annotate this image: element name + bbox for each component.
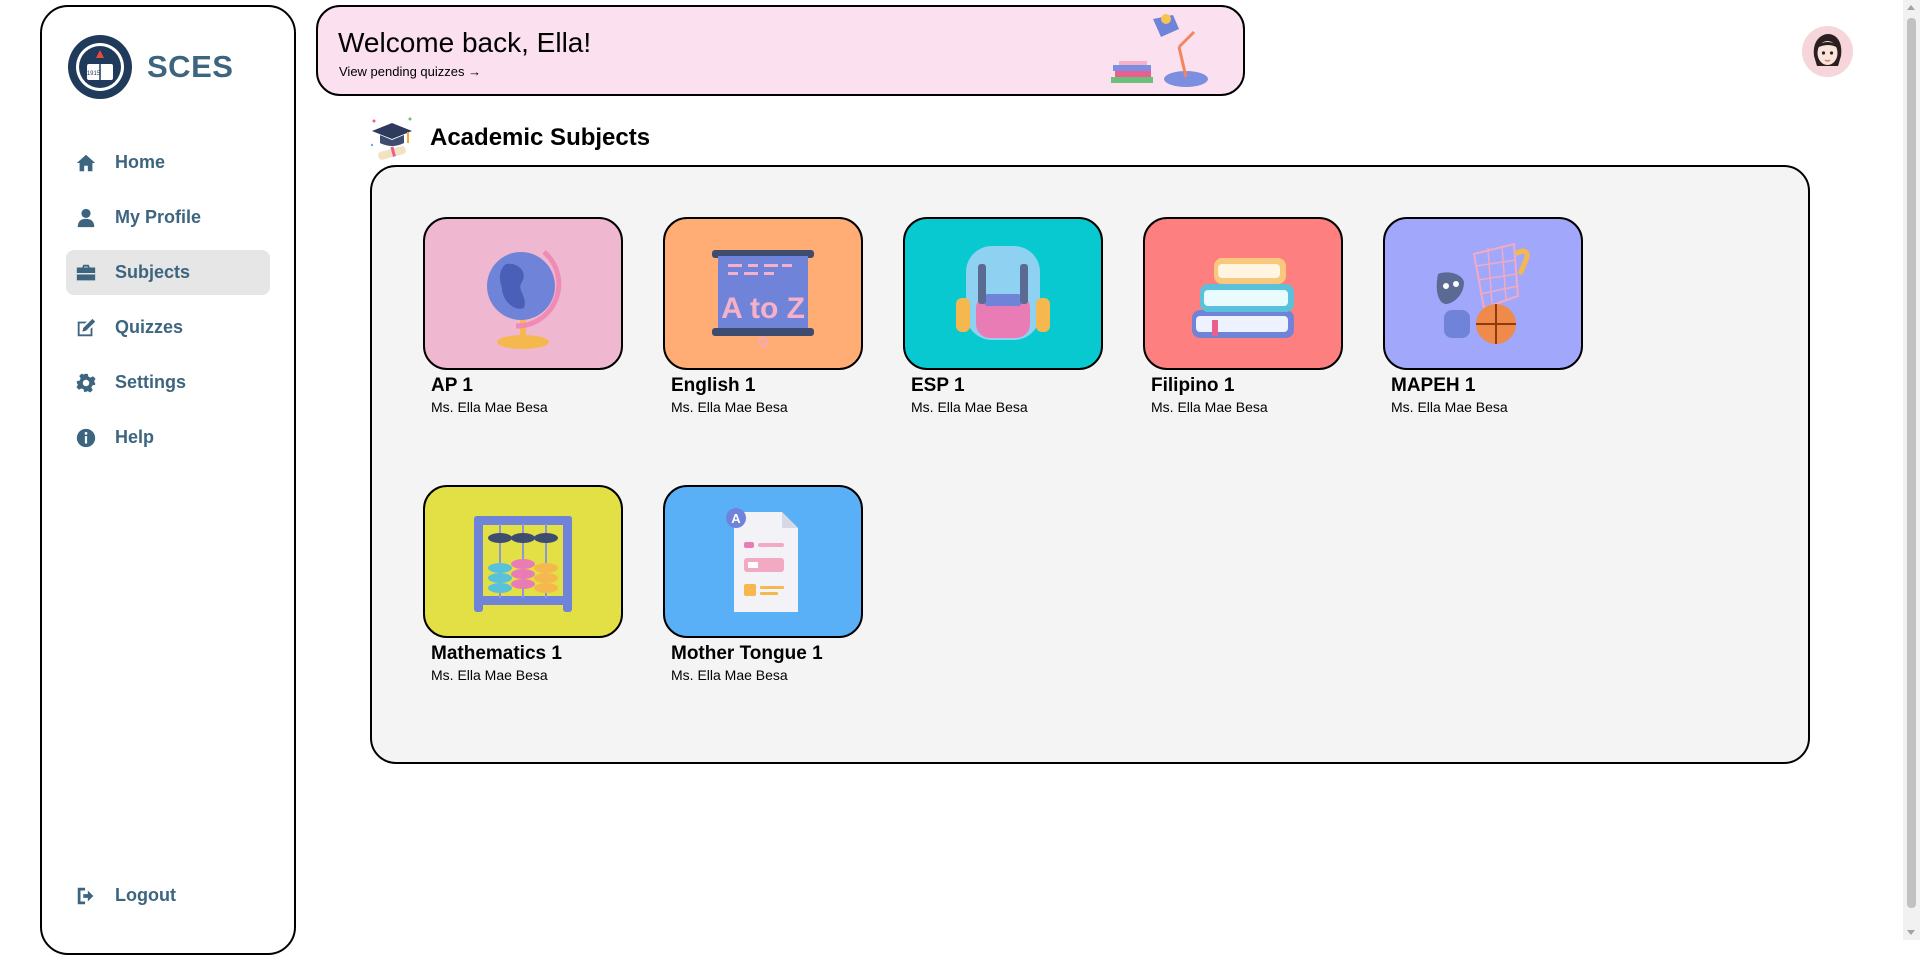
- subject-teacher: Ms. Ella Mae Besa: [671, 399, 788, 415]
- nav-item-subjects[interactable]: Subjects: [66, 250, 270, 295]
- subject-title: MAPEH 1: [1391, 375, 1476, 396]
- scroll-up-arrow-icon[interactable]: [1907, 5, 1915, 10]
- subject-card-esp-1[interactable]: ESP 1 Ms. Ella Mae Besa: [903, 217, 1103, 415]
- nav-label: Home: [115, 152, 166, 172]
- subject-card-mathematics-1[interactable]: Mathematics 1 Ms. Ella Mae Besa: [423, 485, 623, 683]
- subject-card-image: A: [663, 485, 863, 638]
- subject-title: Filipino 1: [1151, 375, 1235, 396]
- nav-menu: Home My Profile Subjects Quizzes Setting…: [66, 140, 270, 470]
- backpack-icon: [956, 245, 1050, 340]
- nav-label: My Profile: [115, 207, 202, 227]
- subject-card-image: A to Z: [663, 217, 863, 370]
- nav-item-settings[interactable]: Settings: [66, 360, 270, 405]
- nav-item-help[interactable]: Help: [66, 415, 270, 460]
- desk-lamp-books-icon: [1111, 14, 1208, 87]
- subject-card-image: [423, 485, 623, 638]
- nav-label: Help: [115, 427, 155, 447]
- avatar[interactable]: [1802, 26, 1853, 77]
- info-icon: [74, 426, 98, 450]
- home-icon: [74, 151, 98, 175]
- subject-card-english-1[interactable]: A to Z English 1 Ms. Ella Mae Besa: [663, 217, 863, 415]
- subject-title: Mother Tongue 1: [671, 643, 823, 664]
- svg-text:A: A: [731, 511, 741, 526]
- svg-text:1915: 1915: [87, 71, 101, 77]
- globe-icon: [487, 249, 562, 349]
- welcome-banner: Welcome back, Ella! View pending quizzes…: [316, 5, 1245, 96]
- subject-card-image: [423, 217, 623, 370]
- logout-label: Logout: [115, 885, 176, 905]
- subject-title: ESP 1: [911, 375, 965, 396]
- subject-card-image: [903, 217, 1103, 370]
- subject-teacher: Ms. Ella Mae Besa: [1391, 399, 1508, 415]
- subject-teacher: Ms. Ella Mae Besa: [431, 399, 548, 415]
- subject-card-image: [1143, 217, 1343, 370]
- subject-title: Mathematics 1: [431, 643, 562, 664]
- subject-teacher: Ms. Ella Mae Besa: [431, 667, 548, 683]
- nav-label: Quizzes: [115, 317, 184, 337]
- subject-card-mapeh-1[interactable]: MAPEH 1 Ms. Ella Mae Besa: [1383, 217, 1583, 415]
- welcome-title: Welcome back, Ella!: [338, 27, 592, 58]
- nav-item-my-profile[interactable]: My Profile: [66, 195, 270, 240]
- a-to-z-board-icon: A to Z: [712, 249, 814, 347]
- arts-sports-icon: [1436, 242, 1530, 344]
- page-scrollbar[interactable]: [1903, 0, 1920, 940]
- subject-title: AP 1: [431, 375, 473, 396]
- subject-card-mother-tongue-1[interactable]: A Mother Tongue 1 Ms. Ella Mae Besa: [663, 485, 863, 683]
- subject-teacher: Ms. Ella Mae Besa: [911, 399, 1028, 415]
- nav-item-quizzes[interactable]: Quizzes: [66, 305, 270, 350]
- graduation-cap-icon: [370, 117, 412, 160]
- sidebar: 1915 SCES Home My Profile Subjects Quizz…: [40, 5, 296, 955]
- subject-teacher: Ms. Ella Mae Besa: [1151, 399, 1268, 415]
- nav-item-home[interactable]: Home: [66, 140, 270, 185]
- abacus-icon: [474, 515, 572, 612]
- logout-button[interactable]: Logout: [66, 873, 270, 918]
- subject-teacher: Ms. Ella Mae Besa: [671, 667, 788, 683]
- briefcase-icon: [74, 261, 98, 285]
- subject-card-filipino-1[interactable]: Filipino 1 Ms. Ella Mae Besa: [1143, 217, 1343, 415]
- edit-icon: [74, 316, 98, 340]
- subject-card-image: [1383, 217, 1583, 370]
- school-seal-icon: 1915: [68, 35, 132, 99]
- brand-name: SCES: [147, 49, 234, 84]
- scroll-down-arrow-icon[interactable]: [1907, 930, 1915, 935]
- view-pending-quizzes-link[interactable]: View pending quizzes →: [339, 64, 481, 79]
- brand[interactable]: 1915 SCES: [67, 34, 233, 100]
- logout-icon: [74, 884, 98, 908]
- nav-label: Settings: [115, 372, 187, 392]
- user-icon: [74, 206, 98, 230]
- nav-label: Subjects: [115, 262, 191, 282]
- books-icon: [1192, 257, 1294, 338]
- section-header: Academic Subjects: [368, 113, 650, 163]
- document-icon: A: [726, 507, 798, 612]
- gear-icon: [74, 371, 98, 395]
- section-title: Academic Subjects: [430, 124, 651, 151]
- subjects-panel: AP 1 Ms. Ella Mae Besa A to Z English 1 …: [370, 165, 1810, 764]
- svg-text:A to Z: A to Z: [721, 292, 805, 325]
- subject-card-ap-1[interactable]: AP 1 Ms. Ella Mae Besa: [423, 217, 623, 415]
- scroll-thumb[interactable]: [1907, 18, 1916, 908]
- subject-title: English 1: [671, 375, 756, 396]
